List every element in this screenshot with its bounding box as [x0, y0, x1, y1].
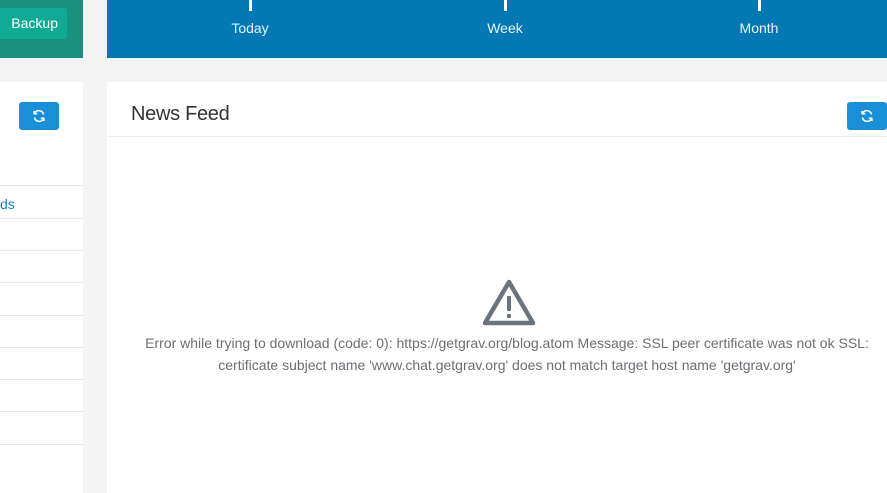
list-divider: [0, 411, 83, 412]
list-divider: [0, 250, 83, 251]
list-divider: [0, 347, 83, 348]
error-message: Error while trying to download (code: 0)…: [127, 332, 887, 376]
list-divider: [0, 444, 83, 445]
left-refresh-button[interactable]: [19, 102, 59, 130]
stat-bar: [249, 0, 252, 11]
list-divider: [0, 185, 83, 186]
news-refresh-button[interactable]: [847, 102, 887, 130]
backup-button[interactable]: Backup: [0, 8, 67, 39]
list-divider: [0, 218, 83, 219]
stat-bar: [504, 0, 507, 11]
list-divider: [0, 379, 83, 380]
stat-week[interactable]: Week: [445, 0, 565, 58]
stat-label-month: Month: [739, 20, 779, 36]
list-divider: [0, 315, 83, 316]
backup-panel: Backup: [0, 0, 83, 58]
stats-panel: Today Week Month: [107, 0, 887, 58]
news-feed-panel: News Feed Error while trying to download…: [107, 82, 887, 493]
error-message-line2: certificate subject name 'www.chat.getgr…: [218, 357, 796, 373]
stat-label-today: Today: [231, 20, 269, 36]
news-feed-title: News Feed: [131, 103, 230, 125]
left-list-panel: ds: [0, 82, 83, 493]
stat-label-week: Week: [487, 20, 523, 36]
stat-month[interactable]: Month: [699, 0, 819, 58]
warning-triangle-icon: [482, 279, 536, 326]
list-item-link[interactable]: ds: [0, 196, 15, 212]
error-message-line1: Error while trying to download (code: 0)…: [145, 335, 869, 351]
news-feed-header: News Feed: [107, 82, 887, 137]
refresh-icon: [861, 109, 873, 123]
stat-bar: [758, 0, 761, 11]
list-divider: [0, 282, 83, 283]
refresh-icon: [33, 109, 45, 123]
stat-today[interactable]: Today: [190, 0, 310, 58]
